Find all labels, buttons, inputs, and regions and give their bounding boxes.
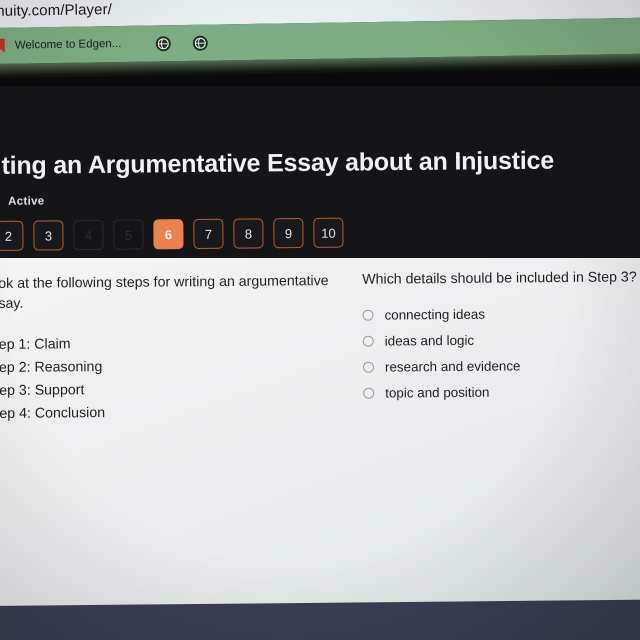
page-button-3[interactable]: 3 <box>33 220 64 251</box>
page-button-9[interactable]: 9 <box>273 217 304 249</box>
tab-icon-group <box>155 35 208 51</box>
page-button-7[interactable]: 7 <box>193 218 224 250</box>
step-item: ep 1: Claim <box>0 336 71 354</box>
answer-option-label: topic and position <box>385 384 490 401</box>
page-button-5[interactable]: 5 <box>113 219 144 250</box>
lesson-header: iting an Argumentative Essay about an In… <box>0 86 640 260</box>
globe-icon[interactable] <box>155 35 171 51</box>
step-item: ep 3: Support <box>0 382 85 400</box>
radio-button-icon[interactable] <box>363 387 375 399</box>
step-item: ep 2: Reasoning <box>0 359 103 377</box>
answer-column: Which details should be included in Step… <box>352 258 640 620</box>
answer-option-label: research and evidence <box>384 358 521 375</box>
browser-chrome: nuity.com/Player/ Welcome to Edgen... <box>0 0 640 94</box>
screen-photo: nuity.com/Player/ Welcome to Edgen... it… <box>0 0 640 640</box>
page-button-10[interactable]: 10 <box>313 217 344 248</box>
question-content: ok at the following steps for writing an… <box>0 258 640 620</box>
page-button-8[interactable]: 8 <box>233 218 264 249</box>
pagination[interactable]: 2 3 4 5 6 7 8 9 10 <box>0 217 344 251</box>
url-text: nuity.com/Player/ <box>0 0 113 20</box>
answer-options: connecting ideas ideas and logic researc… <box>362 305 640 400</box>
page-button-2[interactable]: 2 <box>0 220 24 251</box>
passage-column: ok at the following steps for writing an… <box>0 258 355 620</box>
answer-option-label: ideas and logic <box>384 332 475 349</box>
page-title: iting an Argumentative Essay about an In… <box>0 146 555 180</box>
tab-title[interactable]: Welcome to Edgen... <box>15 38 122 52</box>
answer-option-3[interactable]: research and evidence <box>362 357 640 375</box>
status-badge: Active <box>8 195 45 208</box>
globe-icon[interactable] <box>192 35 208 51</box>
passage-prompt: ok at the following steps for writing an… <box>0 273 329 313</box>
answer-option-label: connecting ideas <box>384 306 486 323</box>
page-button-6[interactable]: 6 <box>153 219 184 250</box>
radio-button-icon[interactable] <box>362 335 374 347</box>
page-button-4[interactable]: 4 <box>73 219 104 251</box>
answer-option-4[interactable]: topic and position <box>363 383 640 400</box>
answer-option-2[interactable]: ideas and logic <box>362 331 640 349</box>
status-row: Active <box>0 195 45 208</box>
edgenuity-bookmark-icon <box>0 38 7 54</box>
step-item: ep 4: Conclusion <box>0 405 106 423</box>
question-text: Which details should be included in Step… <box>362 269 637 288</box>
radio-button-icon[interactable] <box>362 309 374 321</box>
answer-option-1[interactable]: connecting ideas <box>362 305 640 322</box>
steps-list: ep 1: Claim ep 2: Reasoning ep 3: Suppor… <box>0 331 339 426</box>
bottom-bar <box>0 614 640 640</box>
radio-button-icon[interactable] <box>362 361 375 373</box>
